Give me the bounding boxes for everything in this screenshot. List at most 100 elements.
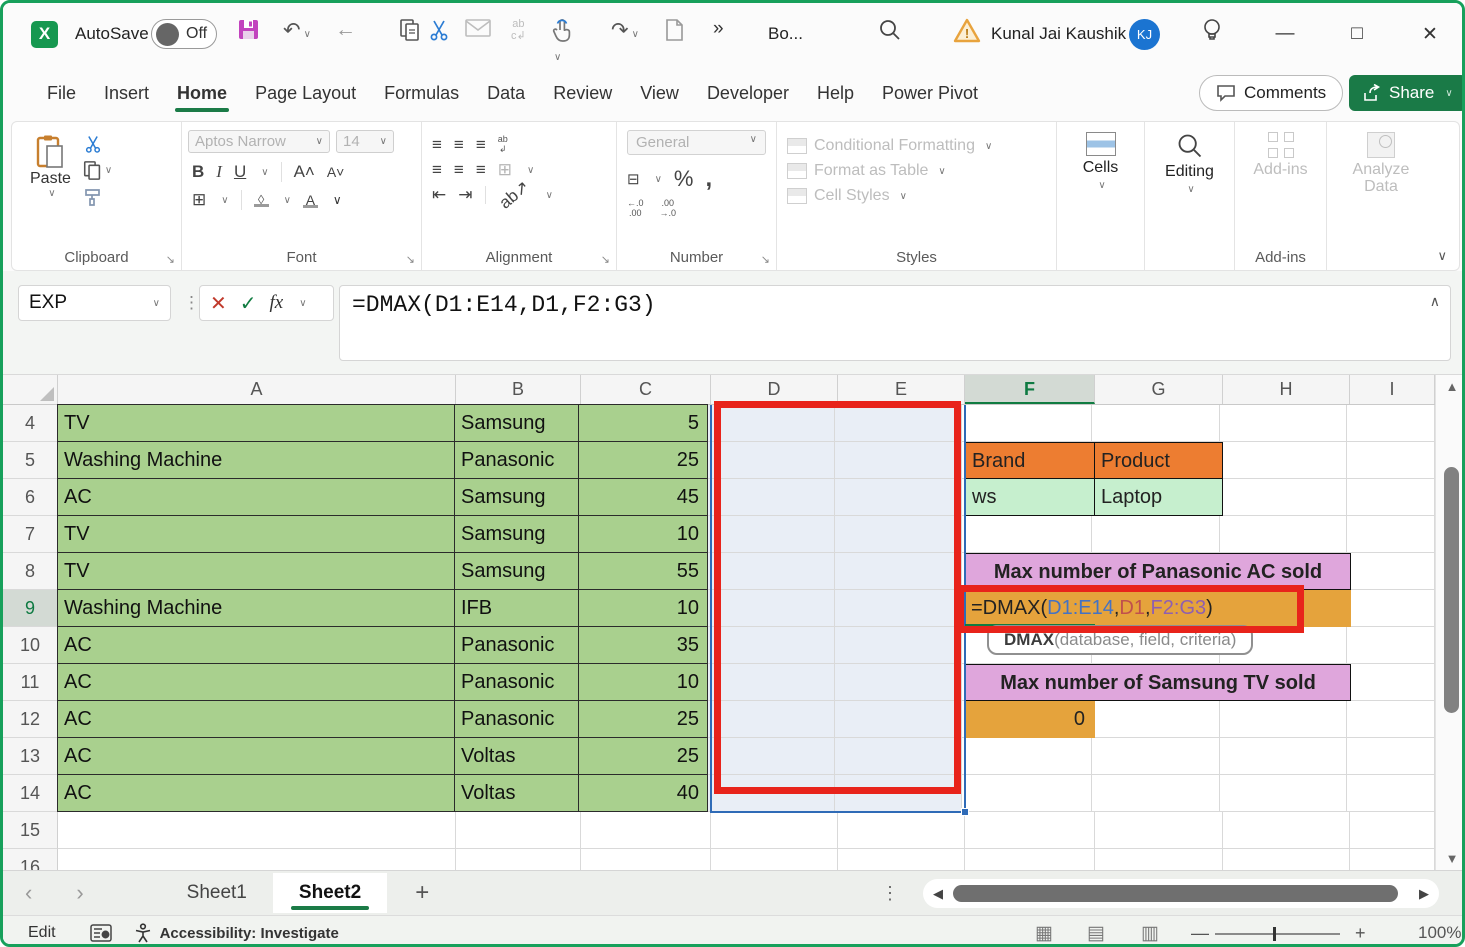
align-middle-button[interactable]: ≡ xyxy=(454,135,464,155)
row-header-8[interactable]: 8 xyxy=(3,553,58,590)
insert-function-icon[interactable]: fx xyxy=(270,292,284,314)
cell-c6[interactable]: 45 xyxy=(578,478,708,516)
cell-d9[interactable] xyxy=(708,590,835,627)
row-header-14[interactable]: 14 xyxy=(3,775,58,812)
row-header-7[interactable]: 7 xyxy=(3,516,58,553)
cell-f4[interactable] xyxy=(962,405,1092,442)
cancel-icon[interactable]: ✕ xyxy=(210,291,227,316)
column-header-d[interactable]: D xyxy=(711,375,838,404)
cell-h4[interactable] xyxy=(1220,405,1347,442)
cell-e4[interactable] xyxy=(835,405,962,442)
cell-b16[interactable] xyxy=(456,849,581,870)
warning-icon[interactable]: ! xyxy=(953,18,981,43)
cell-d15[interactable] xyxy=(711,812,838,849)
cell-i9[interactable] xyxy=(1347,590,1435,627)
collapse-formula-bar-icon[interactable]: ∧ xyxy=(1430,293,1440,310)
comments-button[interactable]: Comments xyxy=(1199,75,1343,111)
new-file-icon[interactable] xyxy=(665,18,684,42)
cell-b7[interactable]: Samsung xyxy=(454,515,579,553)
name-box[interactable]: EXP∨ xyxy=(18,285,171,321)
cell-b15[interactable] xyxy=(456,812,581,849)
row-header-10[interactable]: 10 xyxy=(3,627,58,664)
sheet-tab-sheet2[interactable]: Sheet2 xyxy=(273,873,387,913)
page-layout-view-icon[interactable]: ▤ xyxy=(1087,922,1105,945)
underline-button[interactable]: U xyxy=(234,162,246,182)
excel-logo-icon[interactable]: X xyxy=(31,21,58,48)
zoom-out-button[interactable]: — xyxy=(1191,923,1209,944)
align-top-button[interactable]: ≡ xyxy=(432,135,442,155)
row-header-5[interactable]: 5 xyxy=(3,442,58,479)
cell-e10[interactable] xyxy=(835,627,962,664)
increase-indent-button[interactable]: ⇥ xyxy=(458,185,472,205)
row-header-6[interactable]: 6 xyxy=(3,479,58,516)
column-header-g[interactable]: G xyxy=(1095,375,1223,404)
cell-c15[interactable] xyxy=(581,812,711,849)
cell-g14[interactable] xyxy=(1092,775,1220,812)
sheet-tab-sheet1[interactable]: Sheet1 xyxy=(161,873,273,913)
cell-c11[interactable]: 10 xyxy=(578,663,708,701)
scroll-up-icon[interactable]: ▲ xyxy=(1436,379,1465,394)
alignment-dialog-launcher[interactable]: ↘ xyxy=(601,253,610,266)
cell-h13[interactable] xyxy=(1220,738,1347,775)
cell-g5-product-header[interactable]: Product xyxy=(1094,442,1223,479)
cell-g16[interactable] xyxy=(1095,849,1223,870)
user-name[interactable]: Kunal Jai Kaushik xyxy=(991,24,1126,44)
redo-button[interactable]: ↷∨ xyxy=(611,18,639,43)
cell-b6[interactable]: Samsung xyxy=(454,478,579,516)
cell-i15[interactable] xyxy=(1350,812,1435,849)
enter-icon[interactable]: ✓ xyxy=(240,291,257,316)
tab-formulas[interactable]: Formulas xyxy=(370,73,473,114)
fill-color-button[interactable]: ◊ xyxy=(254,193,269,207)
cell-d10[interactable] xyxy=(708,627,835,664)
cell-h14[interactable] xyxy=(1220,775,1347,812)
cell-d16[interactable] xyxy=(711,849,838,870)
sheet-nav-prev-icon[interactable]: ‹ xyxy=(3,880,54,906)
cell-b14[interactable]: Voltas xyxy=(454,774,579,812)
column-header-e[interactable]: E xyxy=(838,375,965,404)
cell-h5[interactable] xyxy=(1220,442,1347,479)
cell-a4[interactable]: TV xyxy=(57,404,455,442)
align-left-button[interactable]: ≡ xyxy=(432,160,442,180)
sheet-nav-next-icon[interactable]: › xyxy=(54,880,105,906)
cell-a15[interactable] xyxy=(58,812,456,849)
cell-a13[interactable]: AC xyxy=(57,737,455,775)
cut-icon[interactable] xyxy=(427,18,451,42)
cell-i5[interactable] xyxy=(1347,442,1435,479)
cell-g7[interactable] xyxy=(1092,516,1220,553)
qat-overflow-button[interactable]: » xyxy=(713,18,724,40)
cell-g12[interactable] xyxy=(1092,701,1220,738)
collapse-ribbon-button[interactable]: ∨ xyxy=(1437,248,1447,264)
font-size-select[interactable]: 14∨ xyxy=(336,130,394,153)
cell-b4[interactable]: Samsung xyxy=(454,404,579,442)
tab-file[interactable]: File xyxy=(33,73,90,114)
bold-button[interactable]: B xyxy=(192,162,204,182)
cell-b5[interactable]: Panasonic xyxy=(454,441,579,479)
cell-c5[interactable]: 25 xyxy=(578,441,708,479)
tab-home[interactable]: Home xyxy=(163,73,241,114)
cell-e14[interactable] xyxy=(835,775,962,812)
tab-page-layout[interactable]: Page Layout xyxy=(241,73,370,114)
cells-button[interactable]: Cells ∨ xyxy=(1063,130,1138,193)
cell-h12[interactable] xyxy=(1220,701,1347,738)
copy-button[interactable]: ∨ xyxy=(83,160,112,181)
column-header-i[interactable]: I xyxy=(1350,375,1435,404)
cell-b9[interactable]: IFB xyxy=(454,589,579,627)
cell-g13[interactable] xyxy=(1092,738,1220,775)
cell-b12[interactable]: Panasonic xyxy=(454,700,579,738)
cell-a9[interactable]: Washing Machine xyxy=(57,589,455,627)
percent-button[interactable]: % xyxy=(674,166,694,192)
search-icon[interactable] xyxy=(878,18,902,42)
cell-c13[interactable]: 25 xyxy=(578,737,708,775)
cell-a16[interactable] xyxy=(58,849,456,870)
format-painter-button[interactable] xyxy=(83,187,112,207)
cell-e11[interactable] xyxy=(835,664,962,701)
row-header-15[interactable]: 15 xyxy=(3,812,58,849)
increase-decimal-button[interactable]: .00→.0 xyxy=(660,199,677,219)
vertical-scrollbar[interactable]: ▲ ▼ xyxy=(1435,375,1465,870)
shrink-font-button[interactable]: A˅ xyxy=(327,164,345,180)
cell-b13[interactable]: Voltas xyxy=(454,737,579,775)
cell-h15[interactable] xyxy=(1223,812,1350,849)
cell-a12[interactable]: AC xyxy=(57,700,455,738)
cell-c4[interactable]: 5 xyxy=(578,404,708,442)
tab-help[interactable]: Help xyxy=(803,73,868,114)
